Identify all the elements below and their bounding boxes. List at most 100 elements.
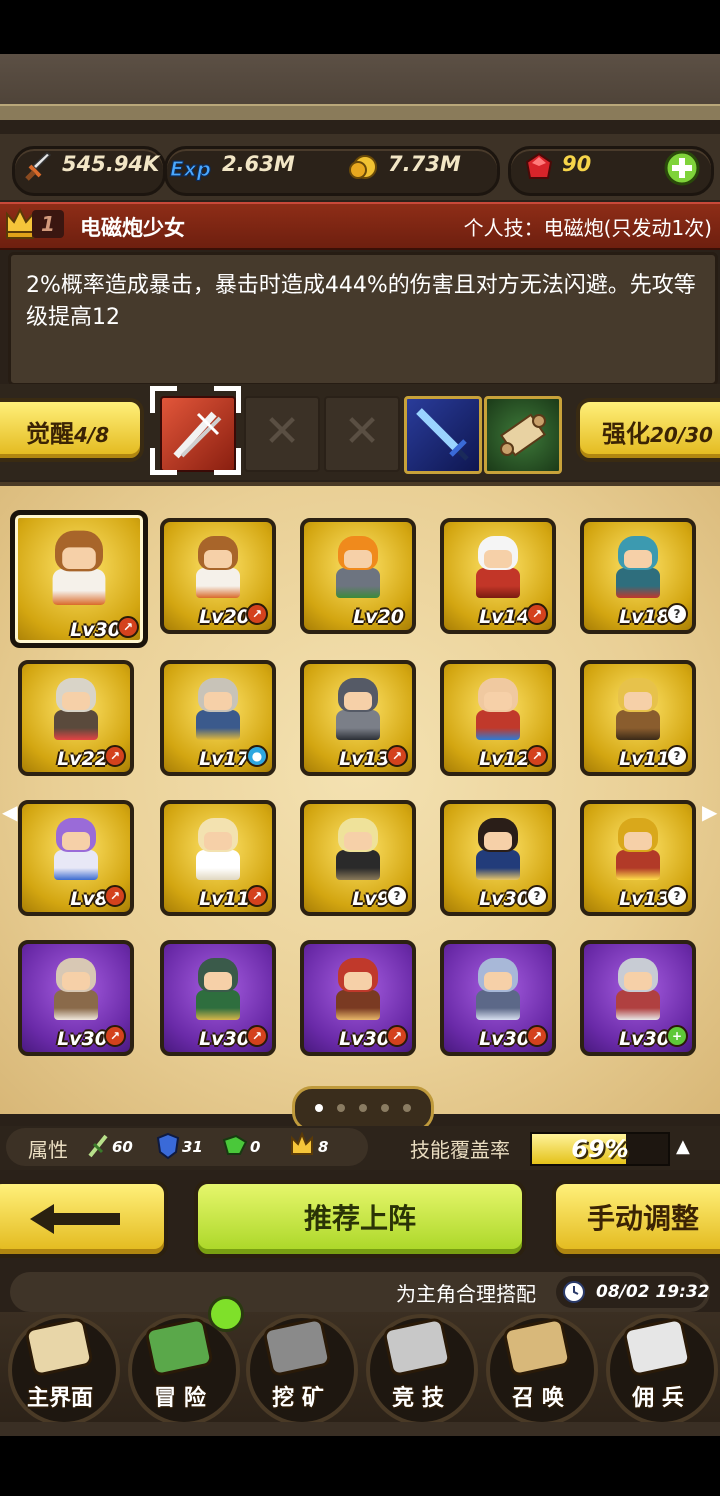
hero-level: Lv9 — [352, 888, 390, 910]
hero-level: Lv11 — [619, 748, 670, 770]
attribute-label: 属性 — [28, 1138, 68, 1162]
pickaxe-icon — [263, 1318, 331, 1376]
upgrade-badge-icon: ↗ — [246, 1025, 268, 1047]
hero-card[interactable]: Lv18? — [580, 518, 696, 634]
hero-level: Lv30 — [619, 1028, 670, 1050]
hero-body — [476, 710, 520, 740]
hero-body — [336, 990, 380, 1020]
hero-body — [336, 710, 380, 740]
blue-sword-icon — [416, 408, 469, 461]
hero-card[interactable]: Lv12 ↗ — [440, 660, 556, 776]
awaken-button[interactable]: 觉醒4/8 — [0, 398, 144, 462]
hero-card[interactable]: Lv13 ↗ — [300, 660, 416, 776]
hero-card[interactable]: Lv17 ● — [160, 660, 276, 776]
ticker-text: 为主角合理搭配 — [396, 1282, 536, 1306]
hero-body — [476, 850, 520, 880]
hero-card[interactable]: Lv13? — [580, 800, 696, 916]
page-left-arrow[interactable]: ◀ — [2, 800, 17, 824]
expand-caret-icon[interactable]: ▲ — [676, 1136, 690, 1157]
scroll-icon — [499, 413, 547, 457]
back-button[interactable] — [0, 1180, 168, 1258]
hero-card[interactable]: Lv9? — [300, 800, 416, 916]
equipment-slot-sword[interactable] — [404, 396, 482, 474]
hero-face — [204, 972, 232, 990]
awaken-value: 4/8 — [74, 423, 110, 447]
sword-icon — [25, 152, 52, 181]
hero-portrait — [470, 678, 526, 742]
hero-card[interactable]: Lv20 — [300, 518, 416, 634]
equipment-slot-scroll[interactable] — [484, 396, 562, 474]
nav-item-label[interactable]: 冒 险 — [120, 1380, 240, 1412]
hero-card[interactable]: Lv11? — [580, 660, 696, 776]
hero-portrait — [470, 536, 526, 600]
nav-item-label[interactable]: 挖 矿 — [238, 1380, 358, 1412]
exp-value: 2.63M — [222, 152, 295, 176]
tent-icon — [623, 1318, 691, 1376]
enhance-button[interactable]: 强化20/30 — [576, 398, 720, 462]
page-right-arrow[interactable]: ▶ — [702, 800, 717, 824]
hero-card[interactable]: Lv22 ↗ — [18, 660, 134, 776]
manual-adjust-button[interactable]: 手动调整 — [552, 1180, 720, 1258]
hero-card[interactable]: Lv30 ↗ — [160, 940, 276, 1056]
shield-icon — [156, 1132, 180, 1160]
coverage-bar: 69% — [530, 1132, 670, 1166]
hero-portrait — [330, 818, 386, 882]
hero-body — [196, 850, 240, 880]
hero-card[interactable]: Lv30 ↗ — [10, 510, 148, 648]
hero-level: Lv20 — [353, 606, 404, 628]
hero-face — [484, 972, 512, 990]
hero-face — [484, 692, 512, 710]
nav-item-label[interactable]: 召 唤 — [478, 1380, 598, 1412]
hero-card[interactable]: Lv11 ↗ — [160, 800, 276, 916]
upgrade-badge-icon: ↗ — [526, 745, 548, 767]
attribute-stat-2: 31 — [182, 1138, 203, 1156]
selection-corner — [150, 448, 177, 475]
upgrade-badge-icon: ↗ — [104, 885, 126, 907]
hero-portrait — [190, 818, 246, 882]
hero-level: Lv17 — [199, 748, 250, 770]
hero-body — [616, 850, 660, 880]
upgrade-badge-icon: ↗ — [246, 885, 268, 907]
hero-card[interactable]: Lv30 ↗ — [440, 940, 556, 1056]
hero-card[interactable]: Lv30? — [440, 800, 556, 916]
unknown-badge-icon: ? — [666, 885, 688, 907]
leaf-sword-icon — [88, 1134, 108, 1158]
add-gems-button[interactable] — [664, 150, 700, 186]
skill-slot-empty[interactable]: ✕ — [324, 396, 400, 472]
attribute-stat-1: 60 — [112, 1138, 133, 1156]
footer — [0, 1422, 720, 1496]
hero-face — [344, 550, 372, 568]
recommend-lineup-button[interactable]: 推荐上阵 — [194, 1180, 526, 1258]
nav-item-label[interactable]: 主界面 — [0, 1380, 120, 1412]
hero-card[interactable]: Lv30 ↗ — [300, 940, 416, 1056]
hero-card[interactable]: Lv14 ↗ — [440, 518, 556, 634]
page-dot — [337, 1104, 345, 1112]
hero-card[interactable]: Lv8 ↗ — [18, 800, 134, 916]
status-bar — [0, 0, 720, 54]
hero-card[interactable]: Lv30 ↗ — [18, 940, 134, 1056]
ruby-gem-icon — [525, 152, 553, 179]
hero-body — [196, 568, 240, 598]
hero-card[interactable]: Lv30 + — [580, 940, 696, 1056]
hero-face — [204, 550, 232, 568]
upgrade-badge-icon: ↗ — [526, 1025, 548, 1047]
unknown-badge-icon: ? — [666, 603, 688, 625]
map-strip — [0, 54, 720, 120]
gem-value: 90 — [562, 152, 592, 176]
hero-face — [62, 832, 90, 850]
clock-icon — [563, 1281, 585, 1303]
hero-rank: 1 — [32, 210, 64, 238]
green-gem-icon — [222, 1134, 248, 1155]
hero-face — [62, 972, 90, 990]
summon-scroll-icon — [503, 1318, 571, 1376]
hero-face — [624, 832, 652, 850]
skill-slot-empty[interactable]: ✕ — [244, 396, 320, 472]
hero-portrait — [610, 818, 666, 882]
selection-corner — [214, 448, 241, 475]
hero-level: Lv20 — [199, 606, 250, 628]
arrow-left-icon — [30, 1204, 120, 1234]
nav-item-label[interactable]: 佣 兵 — [598, 1380, 718, 1412]
hero-card[interactable]: Lv20 ↗ — [160, 518, 276, 634]
hero-level: Lv30 — [339, 1028, 390, 1050]
nav-item-label[interactable]: 竞 技 — [358, 1380, 478, 1412]
